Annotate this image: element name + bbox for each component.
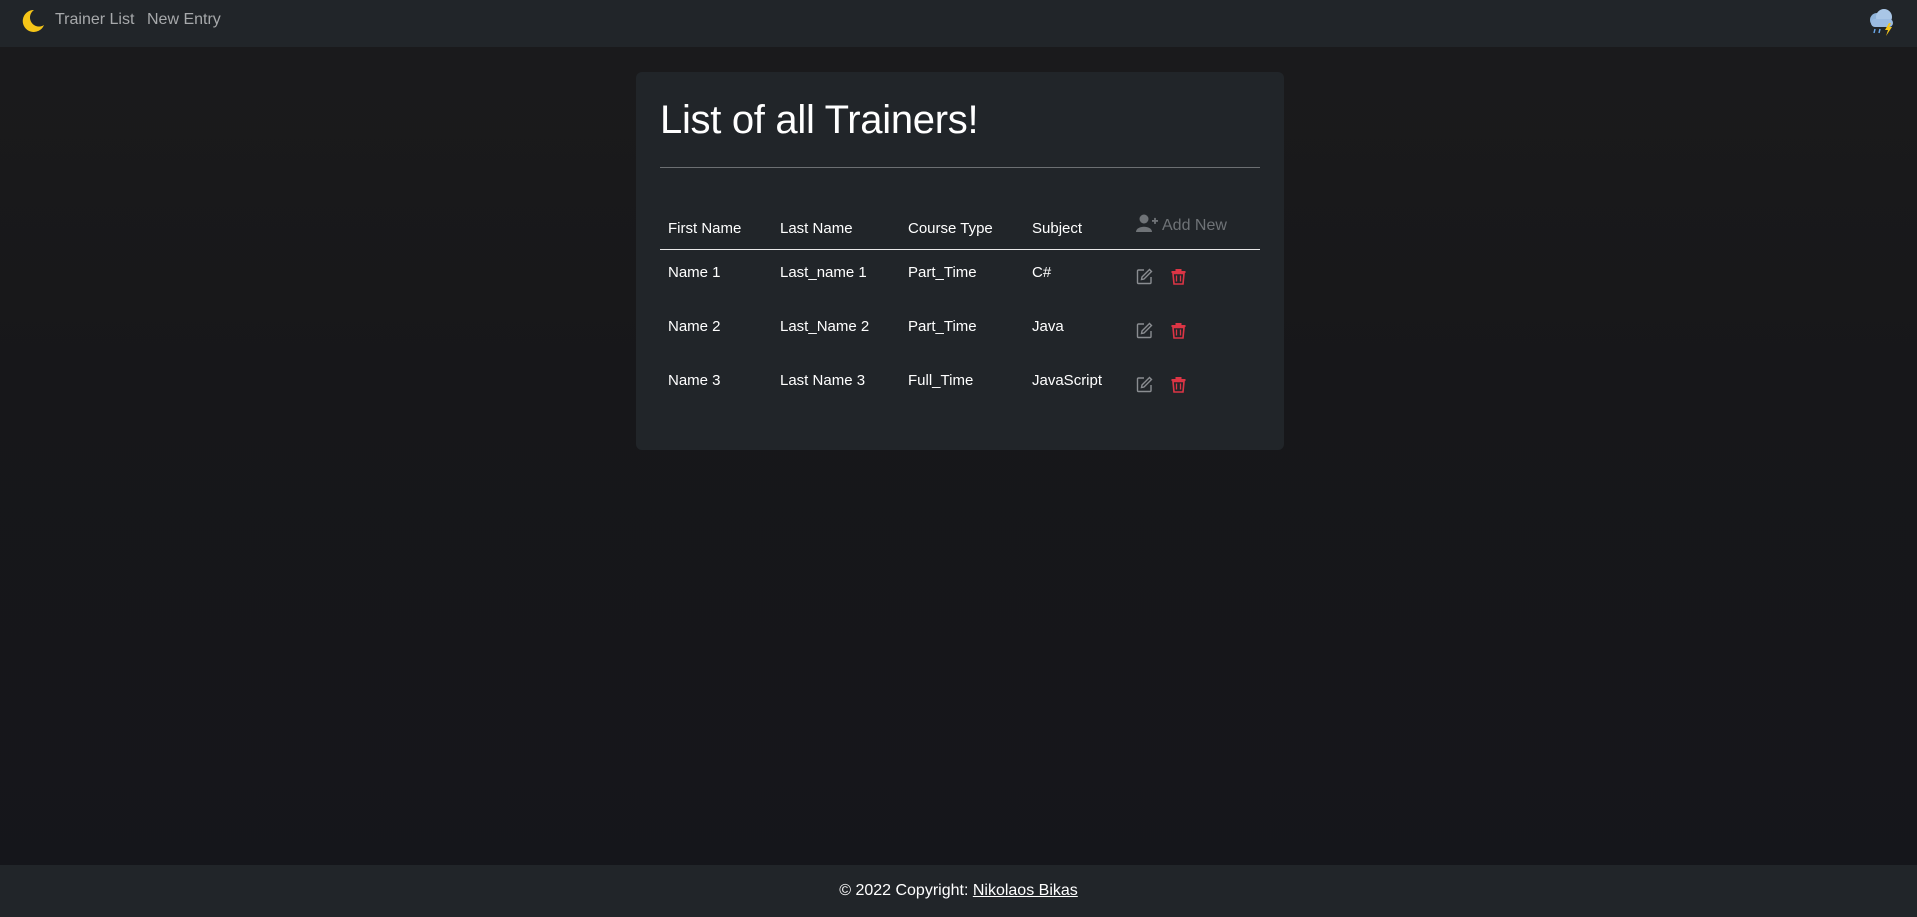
cell-first-name: Name 3 xyxy=(668,372,721,389)
cell-course-type: Full_Time xyxy=(908,372,974,389)
table-row: Name 2 Last_Name 2 Part_Time Java xyxy=(660,304,1260,358)
header-first-name: First Name xyxy=(668,220,742,237)
header-last-name: Last Name xyxy=(780,220,853,237)
cell-last-name: Last_Name 2 xyxy=(780,318,870,335)
storm-cloud-icon[interactable] xyxy=(1865,5,1899,37)
page-title: List of all Trainers! xyxy=(660,98,979,142)
header-subject: Subject xyxy=(1032,220,1083,237)
cell-subject: Java xyxy=(1032,318,1064,335)
trainers-table: First Name Last Name Course Type Subject… xyxy=(660,202,1260,412)
cell-last-name: Last_name 1 xyxy=(780,264,867,281)
trash-icon[interactable] xyxy=(1170,322,1187,339)
trash-icon[interactable] xyxy=(1170,268,1187,285)
row-actions xyxy=(1136,268,1187,285)
footer: © 2022 Copyright: Nikolaos Bikas xyxy=(0,865,1917,917)
copyright-text: © 2022 Copyright: xyxy=(839,882,973,899)
title-divider xyxy=(660,167,1260,168)
table-row: Name 1 Last_name 1 Part_Time C# xyxy=(660,250,1260,304)
edit-icon[interactable] xyxy=(1136,322,1153,339)
header-course-type: Course Type xyxy=(908,220,993,237)
cell-first-name: Name 2 xyxy=(668,318,721,335)
cell-course-type: Part_Time xyxy=(908,264,977,281)
edit-icon[interactable] xyxy=(1136,376,1153,393)
author-link[interactable]: Nikolaos Bikas xyxy=(973,882,1078,899)
row-actions xyxy=(1136,376,1187,393)
cell-last-name: Last Name 3 xyxy=(780,372,866,389)
cell-subject: JavaScript xyxy=(1032,372,1103,389)
table-row: Name 3 Last Name 3 Full_Time JavaScript xyxy=(660,358,1260,412)
nav-trainer-list[interactable]: Trainer List xyxy=(55,11,134,29)
trash-icon[interactable] xyxy=(1170,376,1187,393)
nav-new-entry[interactable]: New Entry xyxy=(147,11,221,29)
moon-icon[interactable] xyxy=(20,8,46,34)
add-new-label: Add New xyxy=(1162,216,1227,234)
cell-course-type: Part_Time xyxy=(908,318,977,335)
table-header: First Name Last Name Course Type Subject… xyxy=(660,202,1260,250)
row-actions xyxy=(1136,322,1187,339)
cell-subject: C# xyxy=(1032,264,1052,281)
add-new-button[interactable]: Add New xyxy=(1136,213,1227,238)
edit-icon[interactable] xyxy=(1136,268,1153,285)
add-user-icon xyxy=(1136,213,1158,238)
cell-first-name: Name 1 xyxy=(668,264,721,281)
navbar: Trainer List New Entry xyxy=(0,0,1917,47)
trainers-card: List of all Trainers! First Name Last Na… xyxy=(636,72,1284,450)
